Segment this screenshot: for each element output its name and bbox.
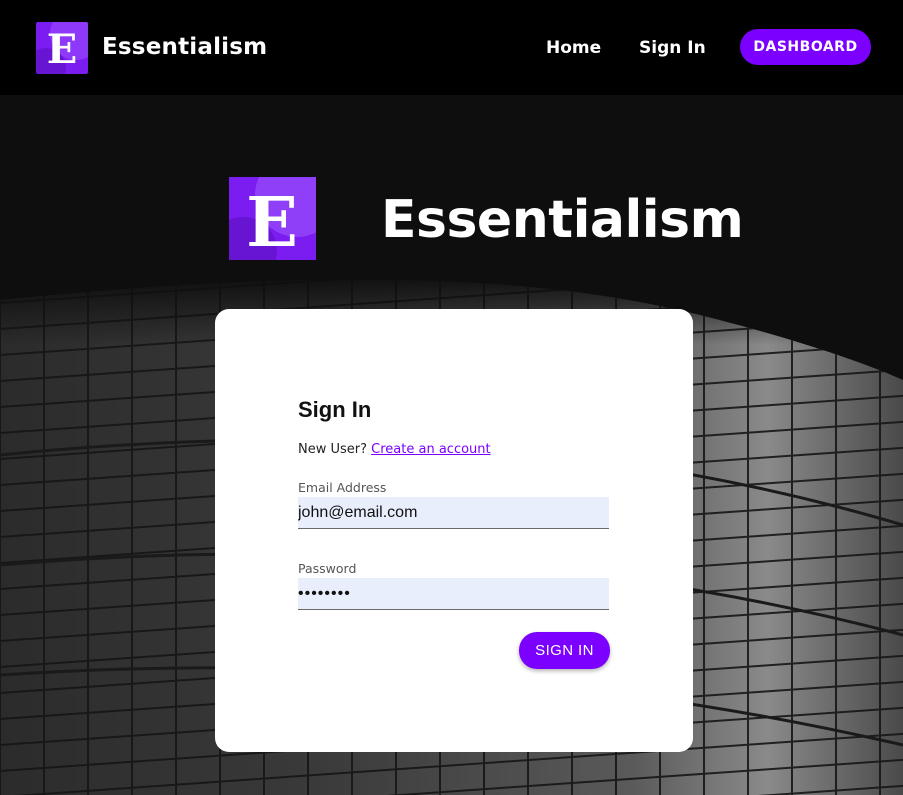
dashboard-button[interactable]: DASHBOARD (740, 29, 871, 65)
essentialism-logo-icon[interactable]: E (36, 22, 88, 74)
nav-link-home[interactable]: Home (546, 38, 601, 58)
email-label: Email Address (298, 480, 387, 495)
password-field[interactable] (298, 578, 609, 610)
email-field[interactable] (298, 497, 609, 529)
navbar-brand-name[interactable]: Essentialism (102, 34, 267, 60)
signin-title: Sign In (298, 397, 372, 422)
password-label: Password (298, 561, 357, 576)
create-account-link[interactable]: Create an account (371, 442, 490, 457)
hero-brand-name: Essentialism (381, 190, 744, 250)
nav-link-signin[interactable]: Sign In (639, 38, 706, 58)
hero-logo-icon: E (229, 177, 316, 260)
svg-text:E: E (47, 26, 78, 73)
new-user-prefix: New User? (298, 442, 368, 457)
svg-text:E: E (246, 183, 298, 260)
signin-card: Sign In New User? Create an account Emai… (215, 309, 693, 752)
signin-submit-button[interactable]: SIGN IN (519, 632, 610, 669)
top-navbar: E Essentialism Home Sign In DASHBOARD (0, 0, 903, 95)
new-user-text: New User? Create an account (298, 442, 491, 457)
